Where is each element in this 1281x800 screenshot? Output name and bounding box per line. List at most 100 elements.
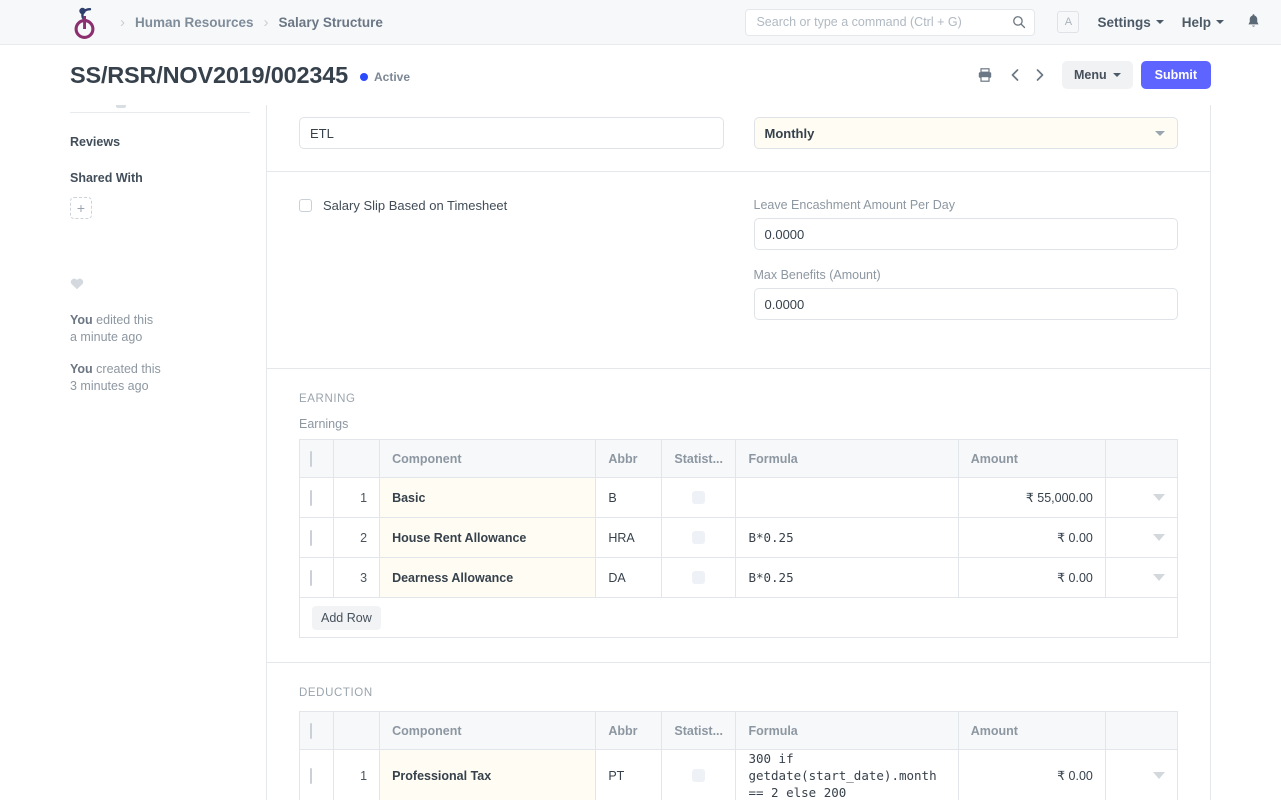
- cell-statistical[interactable]: [661, 557, 737, 598]
- global-search[interactable]: [745, 8, 1036, 36]
- row-expand-chevron-icon[interactable]: [1153, 534, 1165, 541]
- status-label: Active: [373, 70, 411, 84]
- table-header-row: Component Abbr Statist... Formula Amount: [298, 711, 1179, 750]
- table-row[interactable]: 1 Professional Tax PT 300 if getdate(sta…: [298, 749, 1179, 800]
- add-share-button[interactable]: +: [70, 197, 92, 219]
- column-header-formula[interactable]: Formula: [735, 439, 959, 478]
- cell-formula[interactable]: 300 if getdate(start_date).month == 2 el…: [735, 749, 959, 800]
- activity-entry: You created this 3 minutes ago: [70, 361, 266, 395]
- cell-abbr[interactable]: DA: [595, 557, 663, 598]
- checkbox-row[interactable]: [310, 489, 312, 506]
- checkbox-select-all-earnings[interactable]: [310, 450, 312, 467]
- column-header-abbr[interactable]: Abbr: [595, 439, 663, 478]
- cell-amount[interactable]: ₹ 0.00: [957, 517, 1106, 558]
- table-row[interactable]: 1 Basic B ₹ 55,000.00: [298, 477, 1179, 518]
- settings-menu[interactable]: Settings: [1097, 15, 1164, 30]
- column-header-formula[interactable]: Formula: [735, 711, 959, 750]
- company-input[interactable]: ETL: [299, 117, 724, 149]
- column-header-component[interactable]: Component: [379, 439, 597, 478]
- app-logo-icon[interactable]: [70, 6, 100, 40]
- cell-statistical[interactable]: [661, 477, 737, 518]
- top-navbar: › Human Resources › Salary Structure A S…: [0, 0, 1281, 45]
- search-icon[interactable]: [1012, 15, 1026, 29]
- record-nav: [1004, 64, 1050, 86]
- next-record-icon[interactable]: [1028, 64, 1050, 86]
- row-expand-chevron-icon[interactable]: [1153, 772, 1165, 779]
- cell-amount[interactable]: ₹ 55,000.00: [957, 477, 1106, 518]
- column-header-abbr[interactable]: Abbr: [595, 711, 663, 750]
- chevron-down-icon: [1155, 20, 1164, 24]
- add-row-button-earnings[interactable]: Add Row: [312, 605, 381, 630]
- search-input[interactable]: [756, 15, 1013, 29]
- checkbox-row[interactable]: [310, 569, 312, 586]
- checkbox-row[interactable]: [310, 767, 312, 784]
- breadcrumb: › Human Resources › Salary Structure: [110, 14, 383, 31]
- leave-encashment-label: Leave Encashment Amount Per Day: [753, 198, 956, 212]
- max-benefits-input[interactable]: 0.0000: [753, 288, 1178, 320]
- breadcrumb-item-human-resources[interactable]: Human Resources: [135, 15, 254, 30]
- field-max-benefits: Max Benefits (Amount) 0.0000: [753, 268, 1178, 320]
- activity-time: 3 minutes ago: [70, 379, 149, 393]
- sidebar-item-reviews[interactable]: Reviews: [70, 135, 266, 149]
- amounts-column: Leave Encashment Amount Per Day 0.0000 M…: [753, 198, 1178, 338]
- column-header-amount[interactable]: Amount: [957, 439, 1106, 478]
- previous-record-icon[interactable]: [1004, 64, 1026, 86]
- cell-statistical[interactable]: [661, 517, 737, 558]
- cell-component[interactable]: House Rent Allowance: [379, 517, 597, 558]
- checkbox-row[interactable]: [310, 529, 312, 546]
- max-benefits-label: Max Benefits (Amount): [753, 268, 881, 282]
- menu-button[interactable]: Menu: [1062, 61, 1133, 89]
- cell-component[interactable]: Dearness Allowance: [379, 557, 597, 598]
- statistical-indicator-icon: [692, 531, 706, 544]
- activity-actor: You: [70, 362, 93, 376]
- earnings-table: Component Abbr Statist... Formula Amount…: [298, 439, 1179, 638]
- cell-abbr[interactable]: HRA: [595, 517, 663, 558]
- cell-formula[interactable]: B*0.25: [735, 517, 959, 558]
- row-expand-chevron-icon[interactable]: [1153, 574, 1165, 581]
- checkbox-select-all-deductions[interactable]: [310, 722, 312, 739]
- table-row[interactable]: 3 Dearness Allowance DA B*0.25 ₹ 0.00: [298, 557, 1179, 598]
- index-header: [333, 439, 381, 478]
- cell-abbr[interactable]: B: [595, 477, 663, 518]
- menu-button-label: Menu: [1074, 68, 1107, 82]
- status-badge: Active: [359, 70, 411, 84]
- row-expand-chevron-icon[interactable]: [1153, 494, 1165, 501]
- print-icon[interactable]: [974, 64, 996, 86]
- column-header-statistical[interactable]: Statist...: [661, 439, 737, 478]
- column-header-amount[interactable]: Amount: [957, 711, 1106, 750]
- cell-abbr[interactable]: PT: [595, 749, 663, 800]
- sidebar-divider: [70, 112, 250, 113]
- table-row[interactable]: 2 House Rent Allowance HRA B*0.25 ₹ 0.00: [298, 517, 1179, 558]
- cell-formula[interactable]: B*0.25: [735, 557, 959, 598]
- timesheet-checkbox-row[interactable]: Salary Slip Based on Timesheet: [299, 198, 724, 213]
- chevron-down-icon: [1112, 73, 1121, 77]
- column-header-component[interactable]: Component: [379, 711, 597, 750]
- cell-formula[interactable]: [735, 477, 959, 518]
- row-select-cell: [298, 557, 335, 598]
- activity-text: edited this: [92, 313, 154, 327]
- leave-encashment-input[interactable]: 0.0000: [753, 218, 1178, 250]
- field-company: ETL: [299, 117, 724, 149]
- section-timesheet-amounts: Salary Slip Based on Timesheet Leave Enc…: [267, 172, 1210, 368]
- cell-amount[interactable]: ₹ 0.00: [957, 749, 1106, 800]
- breadcrumb-separator-icon: ›: [263, 13, 269, 31]
- submit-button[interactable]: Submit: [1140, 61, 1211, 89]
- payroll-frequency-select[interactable]: Monthly: [753, 117, 1178, 149]
- column-header-actions: [1104, 439, 1179, 478]
- cell-statistical[interactable]: [661, 749, 737, 800]
- sidebar-item-shared-with[interactable]: Shared With: [70, 171, 266, 185]
- cell-component[interactable]: Basic: [379, 477, 597, 518]
- like-heart-icon[interactable]: [70, 277, 266, 290]
- breadcrumb-item-salary-structure[interactable]: Salary Structure: [279, 15, 383, 30]
- checkbox-salary-slip-timesheet[interactable]: [299, 199, 312, 212]
- notifications-bell-icon[interactable]: [1246, 14, 1261, 30]
- row-select-cell: [298, 517, 335, 558]
- activity-text: created this: [92, 362, 161, 376]
- column-header-statistical[interactable]: Statist...: [661, 711, 737, 750]
- cell-component[interactable]: Professional Tax: [379, 749, 597, 800]
- cell-amount[interactable]: ₹ 0.00: [957, 557, 1106, 598]
- index-header: [333, 711, 381, 750]
- table-header-row: Component Abbr Statist... Formula Amount: [298, 439, 1179, 478]
- avatar[interactable]: A: [1057, 11, 1080, 33]
- help-menu[interactable]: Help: [1182, 15, 1224, 30]
